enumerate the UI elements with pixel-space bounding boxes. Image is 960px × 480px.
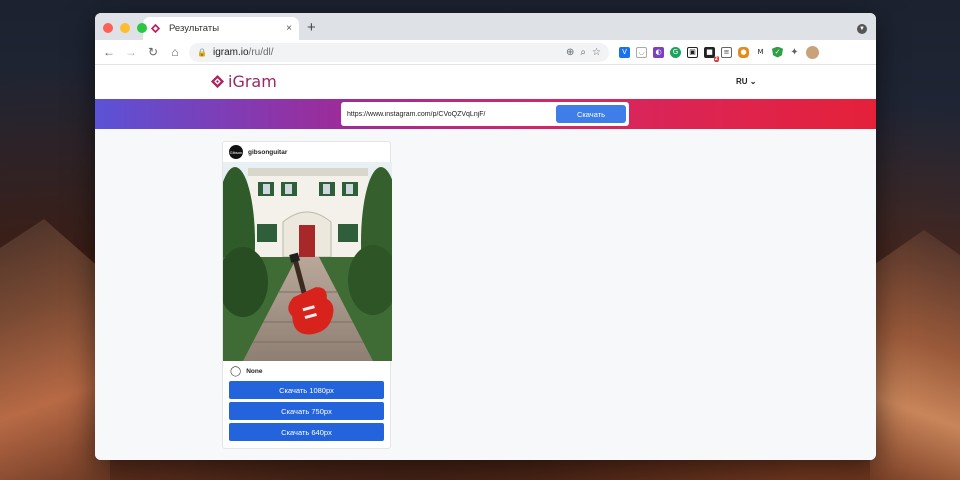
igram-favicon-icon [150,23,161,34]
post-caption: None [246,367,263,375]
url-text: igram.io/ru/dl/ [213,47,274,58]
tab-results[interactable]: Результаты × [143,17,299,40]
new-tab-button[interactable]: + [307,19,316,37]
zoom-window-button[interactable] [137,23,147,33]
page-content: iGram RU ⌄ Скачать Gibson gibsonguitar [95,65,876,460]
desktop-rock-left [0,219,110,480]
language-selector[interactable]: RU ⌄ [736,77,757,86]
badge-extension-icon[interactable]: ■ 2 [704,46,719,62]
shield-extension-icon[interactable]: ✓ [772,46,783,58]
reader-extension-icon[interactable]: ≡ [721,46,732,58]
extensions-area: V ◡ ◐ G ▣ ■ 2 ≡ ● M ✓ ✦ ⋮ [619,45,840,62]
forward-button[interactable]: → [123,45,139,59]
vpn-extension-icon[interactable]: V [619,46,630,58]
purple-extension-icon[interactable]: ◐ [653,46,664,58]
url-search-form: Скачать [341,102,629,126]
install-app-icon[interactable]: ⊕ [566,47,574,58]
minimize-window-button[interactable] [120,23,130,33]
site-header: iGram RU ⌄ [95,65,876,99]
post-card: Gibson gibsonguitar ◯ None Скачать 1080p… [222,141,392,449]
window-controls [103,23,147,33]
desktop-rock-right [870,230,960,480]
url-path: /ru/dl/ [248,46,274,58]
pocket-extension-icon[interactable]: ◡ [636,46,647,58]
download-1080-button[interactable]: Скачать 1080px [229,381,384,399]
back-button[interactable]: ← [101,45,117,59]
url-host: igram.io [212,46,249,58]
download-submit-button[interactable]: Скачать [556,105,626,123]
chevron-down-icon: ⌄ [749,77,757,86]
igram-logo-icon [210,74,225,89]
orange-extension-icon[interactable]: ● [738,46,749,58]
puzzle-extensions-icon[interactable]: ✦ [789,46,800,58]
tab-bar: Результаты × + ▼ [95,13,876,40]
download-750-button[interactable]: Скачать 750px [229,402,384,420]
home-button[interactable]: ⌂ [167,45,183,59]
site-logo[interactable]: iGram [210,72,277,91]
logo-text: iGram [228,72,277,91]
tab-search-icon[interactable]: ▼ [857,24,867,34]
close-window-button[interactable] [103,23,113,33]
post-header: Gibson gibsonguitar [223,142,390,162]
post-avatar: Gibson [229,145,243,159]
lock-icon: 🔒 [197,47,207,57]
picture-in-picture-icon[interactable]: ▣ [687,46,698,58]
browser-toolbar: ← → ↻ ⌂ 🔒 igram.io/ru/dl/ ⊕ ⌕ ☆ V ◡ ◐ G … [95,40,876,65]
search-banner: Скачать [95,99,876,129]
browser-window: Результаты × + ▼ ← → ↻ ⌂ 🔒 igram.io/ru/d… [95,13,876,460]
comment-icon: ◯ [230,365,242,377]
post-username: gibsonguitar [248,148,288,156]
bookmark-star-icon[interactable]: ☆ [592,47,601,58]
download-640-button[interactable]: Скачать 640px [229,423,384,441]
reload-button[interactable]: ↻ [145,45,161,59]
grammarly-extension-icon[interactable]: G [670,46,681,58]
post-image [223,162,392,361]
browser-menu-icon[interactable]: ⋮ [829,47,840,58]
profile-avatar[interactable] [806,45,819,59]
m-extension-icon[interactable]: M [755,46,766,58]
tab-close-icon[interactable]: × [286,23,292,34]
language-label: RU [736,77,748,86]
zoom-icon[interactable]: ⌕ [580,47,586,58]
post-caption-row: ◯ None [223,361,390,381]
address-bar[interactable]: 🔒 igram.io/ru/dl/ ⊕ ⌕ ☆ [189,42,609,62]
instagram-url-input[interactable] [347,110,556,118]
extension-badge: 2 [713,55,719,62]
tab-title: Результаты [169,23,220,34]
